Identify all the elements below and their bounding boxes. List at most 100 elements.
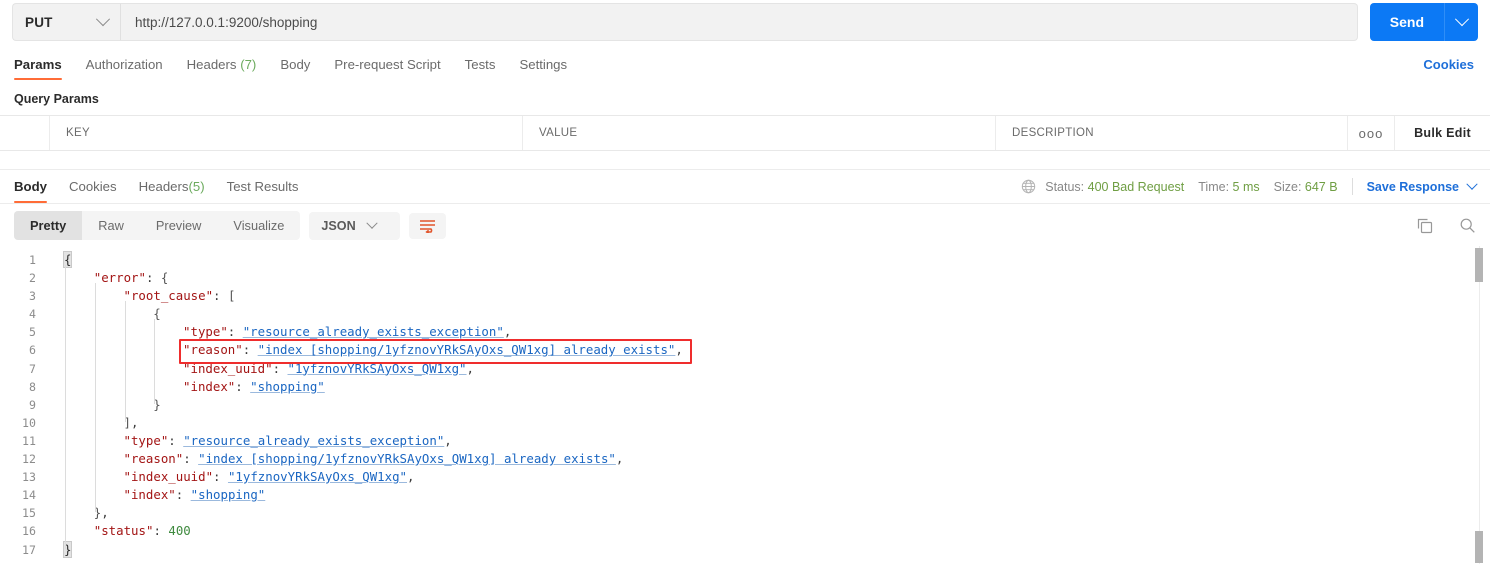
tab-tests[interactable]: Tests: [465, 57, 496, 80]
tab-label: Params: [14, 57, 62, 72]
response-tab-body[interactable]: Body: [14, 170, 47, 203]
code-line: 8 "index": "shopping": [0, 378, 1490, 396]
code-token: "reason": [183, 342, 243, 358]
tab-pre-request-script[interactable]: Pre-request Script: [334, 57, 440, 80]
response-tab-test-results[interactable]: Test Results: [227, 170, 299, 203]
format-visualize[interactable]: Visualize: [217, 211, 300, 240]
code-token: ,: [675, 342, 683, 358]
code-line: 16 "status": 400: [0, 522, 1490, 540]
save-response-button[interactable]: Save Response: [1367, 178, 1478, 194]
tab-body[interactable]: Body: [280, 57, 310, 80]
response-action-icons: [1416, 217, 1476, 234]
scrollbar-track[interactable]: [1479, 246, 1480, 564]
format-preview[interactable]: Preview: [140, 211, 218, 240]
http-method-label: PUT: [25, 14, 53, 30]
code-token: "1yfznovYRkSAyOxs_QW1xg": [227, 469, 408, 485]
send-options-button[interactable]: [1444, 3, 1478, 41]
size-badge: Size: 647 B: [1274, 180, 1338, 194]
params-column-description: DESCRIPTION: [996, 116, 1348, 150]
cookies-link[interactable]: Cookies: [1423, 57, 1474, 72]
code-token: [: [227, 288, 236, 304]
status-badge: Status: 400 Bad Request: [1045, 180, 1184, 194]
line-number: 1: [29, 253, 36, 267]
params-options-icon[interactable]: ooo: [1348, 116, 1395, 150]
code-token: "1yfznovYRkSAyOxs_QW1xg": [287, 360, 467, 376]
code-line: 2 "error": {: [0, 269, 1490, 287]
code-text: }: [50, 396, 160, 414]
time-badge: Time: 5 ms: [1198, 180, 1259, 194]
response-meta: Status: 400 Bad Request Time: 5 ms Size:…: [1021, 178, 1478, 195]
request-url-bar: PUT Send: [0, 0, 1490, 46]
meta-divider: [1351, 178, 1353, 195]
code-token: ,: [101, 505, 109, 521]
status-label: Status:: [1045, 179, 1085, 194]
search-icon[interactable]: [1459, 217, 1476, 234]
code-line: 11 "type": "resource_already_exists_excep…: [0, 432, 1490, 450]
code-text: {: [50, 305, 160, 323]
response-format-toolbar: Pretty Raw Preview Visualize JSON: [0, 204, 1490, 246]
format-segmented-control: Pretty Raw Preview Visualize: [14, 211, 301, 240]
params-select-all-cell[interactable]: [0, 116, 50, 150]
code-token: :: [145, 270, 161, 286]
code-token: ,: [130, 414, 139, 430]
tab-params[interactable]: Params: [14, 57, 62, 80]
http-method-select[interactable]: PUT: [12, 3, 120, 41]
code-text: "error": {: [50, 269, 169, 287]
chevron-down-icon: [1466, 178, 1478, 190]
line-number: 11: [22, 433, 36, 448]
word-wrap-icon: [419, 219, 435, 233]
tab-authorization[interactable]: Authorization: [86, 57, 163, 80]
chevron-down-icon: [366, 217, 378, 229]
code-line: 9}: [0, 396, 1490, 414]
indent-guide: [154, 319, 156, 404]
line-number: 12: [22, 452, 36, 467]
code-text: "type": "resource_already_exists_excepti…: [50, 323, 511, 341]
line-number: 16: [22, 524, 36, 539]
copy-icon[interactable]: [1416, 217, 1433, 234]
language-label: JSON: [321, 218, 356, 233]
code-token: "error": [93, 270, 146, 286]
tab-label: Body: [14, 179, 47, 194]
response-tab-headers[interactable]: Headers (5): [139, 170, 205, 203]
tab-count: (5): [188, 179, 205, 194]
line-number: 7: [29, 361, 36, 376]
code-line: 5 "type": "resource_already_exists_except…: [0, 323, 1490, 341]
tab-count: (7): [240, 57, 257, 72]
word-wrap-button[interactable]: [408, 212, 446, 239]
line-number: 15: [22, 506, 36, 521]
format-raw[interactable]: Raw: [82, 211, 140, 240]
chevron-down-icon: [1454, 12, 1469, 27]
code-token: "resource_already_exists_exception": [242, 324, 504, 340]
language-select[interactable]: JSON: [309, 211, 400, 240]
format-pretty[interactable]: Pretty: [14, 211, 83, 240]
line-number: 13: [22, 470, 36, 485]
code-line: 4{: [0, 305, 1490, 323]
request-url-input[interactable]: [120, 3, 1358, 41]
scrollbar-thumb-secondary[interactable]: [1475, 531, 1483, 563]
response-body-viewer[interactable]: 1{2 "error": {3 "root_cause": [4{5 "type": …: [0, 246, 1490, 576]
time-value: 5 ms: [1232, 179, 1260, 194]
send-button[interactable]: Send: [1369, 3, 1444, 41]
code-token: :: [235, 378, 251, 394]
code-token: "index": [183, 378, 236, 394]
code-token: "resource_already_exists_exception": [183, 432, 445, 448]
tab-headers[interactable]: Headers (7): [187, 57, 257, 80]
line-number: 3: [29, 289, 36, 304]
tab-label: Settings: [519, 57, 568, 72]
params-column-value: VALUE: [523, 116, 996, 150]
scrollbar-thumb[interactable]: [1475, 248, 1483, 282]
code-token: :: [272, 360, 288, 376]
code-token: :: [183, 451, 199, 467]
code-token: "status": [93, 523, 154, 539]
line-number: 6: [29, 343, 36, 358]
code-line: 6 "reason": "index [shopping/1yfznovYRkSA…: [0, 341, 1490, 359]
tab-label: Tests: [464, 57, 496, 72]
send-button-group: Send: [1369, 3, 1478, 41]
tab-settings[interactable]: Settings: [519, 57, 567, 80]
params-empty-row: [0, 151, 1490, 170]
code-token: "type": [183, 324, 228, 340]
bulk-edit-button[interactable]: Bulk Edit: [1395, 116, 1490, 150]
response-tab-cookies[interactable]: Cookies: [69, 170, 117, 203]
query-params-heading: Query Params: [14, 92, 99, 106]
line-number: 17: [22, 542, 36, 557]
